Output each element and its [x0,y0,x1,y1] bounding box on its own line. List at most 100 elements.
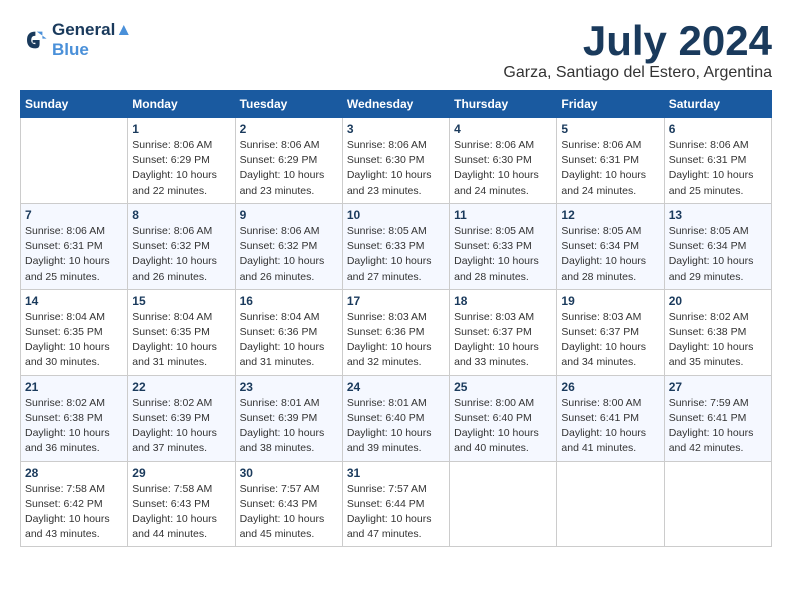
weekday-header-wednesday: Wednesday [342,91,449,118]
calendar-cell: 14 Sunrise: 8:04 AMSunset: 6:35 PMDayligh… [21,289,128,375]
day-number: 17 [347,294,445,308]
weekday-header-tuesday: Tuesday [235,91,342,118]
day-number: 11 [454,208,552,222]
title-block: July 2024 Garza, Santiago del Estero, Ar… [503,20,772,82]
day-number: 26 [561,380,659,394]
day-number: 13 [669,208,767,222]
day-info: Sunrise: 8:05 AMSunset: 6:33 PMDaylight:… [347,224,445,285]
day-info: Sunrise: 8:02 AMSunset: 6:39 PMDaylight:… [132,396,230,457]
calendar-cell: 9 Sunrise: 8:06 AMSunset: 6:32 PMDaylight… [235,203,342,289]
calendar-cell: 11 Sunrise: 8:05 AMSunset: 6:33 PMDayligh… [450,203,557,289]
calendar-cell: 20 Sunrise: 8:02 AMSunset: 6:38 PMDayligh… [664,289,771,375]
day-info: Sunrise: 8:06 AMSunset: 6:31 PMDaylight:… [25,224,123,285]
day-info: Sunrise: 8:01 AMSunset: 6:40 PMDaylight:… [347,396,445,457]
calendar-cell [21,118,128,204]
day-number: 5 [561,122,659,136]
day-number: 31 [347,466,445,480]
day-number: 9 [240,208,338,222]
day-info: Sunrise: 8:04 AMSunset: 6:35 PMDaylight:… [132,310,230,371]
week-row-5: 28 Sunrise: 7:58 AMSunset: 6:42 PMDayligh… [21,461,772,547]
day-number: 2 [240,122,338,136]
day-number: 7 [25,208,123,222]
week-row-1: 1 Sunrise: 8:06 AMSunset: 6:29 PMDaylight… [21,118,772,204]
day-info: Sunrise: 8:04 AMSunset: 6:36 PMDaylight:… [240,310,338,371]
week-row-3: 14 Sunrise: 8:04 AMSunset: 6:35 PMDayligh… [21,289,772,375]
calendar-cell: 6 Sunrise: 8:06 AMSunset: 6:31 PMDaylight… [664,118,771,204]
day-info: Sunrise: 7:58 AMSunset: 6:42 PMDaylight:… [25,482,123,543]
day-info: Sunrise: 8:05 AMSunset: 6:33 PMDaylight:… [454,224,552,285]
calendar-cell: 21 Sunrise: 8:02 AMSunset: 6:38 PMDayligh… [21,375,128,461]
day-number: 1 [132,122,230,136]
calendar-cell: 5 Sunrise: 8:06 AMSunset: 6:31 PMDaylight… [557,118,664,204]
day-info: Sunrise: 8:06 AMSunset: 6:31 PMDaylight:… [669,138,767,199]
day-info: Sunrise: 8:06 AMSunset: 6:29 PMDaylight:… [132,138,230,199]
day-info: Sunrise: 8:02 AMSunset: 6:38 PMDaylight:… [669,310,767,371]
main-title: July 2024 [503,20,772,62]
logo: General▲ Blue [20,20,132,60]
calendar-cell: 28 Sunrise: 7:58 AMSunset: 6:42 PMDayligh… [21,461,128,547]
calendar-cell: 16 Sunrise: 8:04 AMSunset: 6:36 PMDayligh… [235,289,342,375]
week-row-2: 7 Sunrise: 8:06 AMSunset: 6:31 PMDaylight… [21,203,772,289]
weekday-header-monday: Monday [128,91,235,118]
weekday-header-friday: Friday [557,91,664,118]
calendar-cell: 4Sunrise: 8:06 AMSunset: 6:30 PMDaylight… [450,118,557,204]
calendar-cell: 24Sunrise: 8:01 AMSunset: 6:40 PMDayligh… [342,375,449,461]
day-info: Sunrise: 8:06 AMSunset: 6:31 PMDaylight:… [561,138,659,199]
calendar-cell: 3 Sunrise: 8:06 AMSunset: 6:30 PMDaylight… [342,118,449,204]
page-header: General▲ Blue July 2024 Garza, Santiago … [20,20,772,82]
day-info: Sunrise: 8:03 AMSunset: 6:37 PMDaylight:… [454,310,552,371]
subtitle: Garza, Santiago del Estero, Argentina [503,64,772,82]
calendar-cell: 10 Sunrise: 8:05 AMSunset: 6:33 PMDayligh… [342,203,449,289]
day-number: 10 [347,208,445,222]
day-number: 14 [25,294,123,308]
day-info: Sunrise: 7:58 AMSunset: 6:43 PMDaylight:… [132,482,230,543]
calendar-cell: 19Sunrise: 8:03 AMSunset: 6:37 PMDayligh… [557,289,664,375]
day-number: 3 [347,122,445,136]
day-number: 28 [25,466,123,480]
day-number: 30 [240,466,338,480]
day-number: 27 [669,380,767,394]
weekday-header-thursday: Thursday [450,91,557,118]
day-number: 15 [132,294,230,308]
day-number: 8 [132,208,230,222]
calendar-cell: 23Sunrise: 8:01 AMSunset: 6:39 PMDayligh… [235,375,342,461]
calendar-cell: 13Sunrise: 8:05 AMSunset: 6:34 PMDayligh… [664,203,771,289]
day-number: 16 [240,294,338,308]
day-info: Sunrise: 8:00 AMSunset: 6:40 PMDaylight:… [454,396,552,457]
calendar-cell: 25 Sunrise: 8:00 AMSunset: 6:40 PMDayligh… [450,375,557,461]
day-number: 18 [454,294,552,308]
day-info: Sunrise: 8:06 AMSunset: 6:32 PMDaylight:… [240,224,338,285]
day-number: 25 [454,380,552,394]
calendar-cell: 12 Sunrise: 8:05 AMSunset: 6:34 PMDayligh… [557,203,664,289]
day-info: Sunrise: 8:04 AMSunset: 6:35 PMDaylight:… [25,310,123,371]
day-info: Sunrise: 8:03 AMSunset: 6:36 PMDaylight:… [347,310,445,371]
day-number: 12 [561,208,659,222]
calendar-cell: 2 Sunrise: 8:06 AMSunset: 6:29 PMDaylight… [235,118,342,204]
weekday-header-saturday: Saturday [664,91,771,118]
day-info: Sunrise: 7:57 AMSunset: 6:43 PMDaylight:… [240,482,338,543]
calendar-cell: 1 Sunrise: 8:06 AMSunset: 6:29 PMDaylight… [128,118,235,204]
day-info: Sunrise: 7:59 AMSunset: 6:41 PMDaylight:… [669,396,767,457]
calendar-cell: 27 Sunrise: 7:59 AMSunset: 6:41 PMDayligh… [664,375,771,461]
day-info: Sunrise: 8:03 AMSunset: 6:37 PMDaylight:… [561,310,659,371]
calendar-cell: 31 Sunrise: 7:57 AMSunset: 6:44 PMDayligh… [342,461,449,547]
day-number: 4 [454,122,552,136]
calendar-cell: 17 Sunrise: 8:03 AMSunset: 6:36 PMDayligh… [342,289,449,375]
day-info: Sunrise: 8:01 AMSunset: 6:39 PMDaylight:… [240,396,338,457]
calendar-cell: 18 Sunrise: 8:03 AMSunset: 6:37 PMDayligh… [450,289,557,375]
day-info: Sunrise: 8:02 AMSunset: 6:38 PMDaylight:… [25,396,123,457]
day-number: 21 [25,380,123,394]
day-info: Sunrise: 8:06 AMSunset: 6:29 PMDaylight:… [240,138,338,199]
day-info: Sunrise: 8:05 AMSunset: 6:34 PMDaylight:… [561,224,659,285]
day-info: Sunrise: 8:06 AMSunset: 6:30 PMDaylight:… [347,138,445,199]
day-number: 20 [669,294,767,308]
day-info: Sunrise: 7:57 AMSunset: 6:44 PMDaylight:… [347,482,445,543]
day-number: 6 [669,122,767,136]
calendar-cell [664,461,771,547]
week-row-4: 21 Sunrise: 8:02 AMSunset: 6:38 PMDayligh… [21,375,772,461]
calendar-cell: 8Sunrise: 8:06 AMSunset: 6:32 PMDaylight… [128,203,235,289]
calendar-cell: 30 Sunrise: 7:57 AMSunset: 6:43 PMDayligh… [235,461,342,547]
weekday-header-sunday: Sunday [21,91,128,118]
logo-text: General▲ Blue [52,20,132,60]
day-info: Sunrise: 8:00 AMSunset: 6:41 PMDaylight:… [561,396,659,457]
